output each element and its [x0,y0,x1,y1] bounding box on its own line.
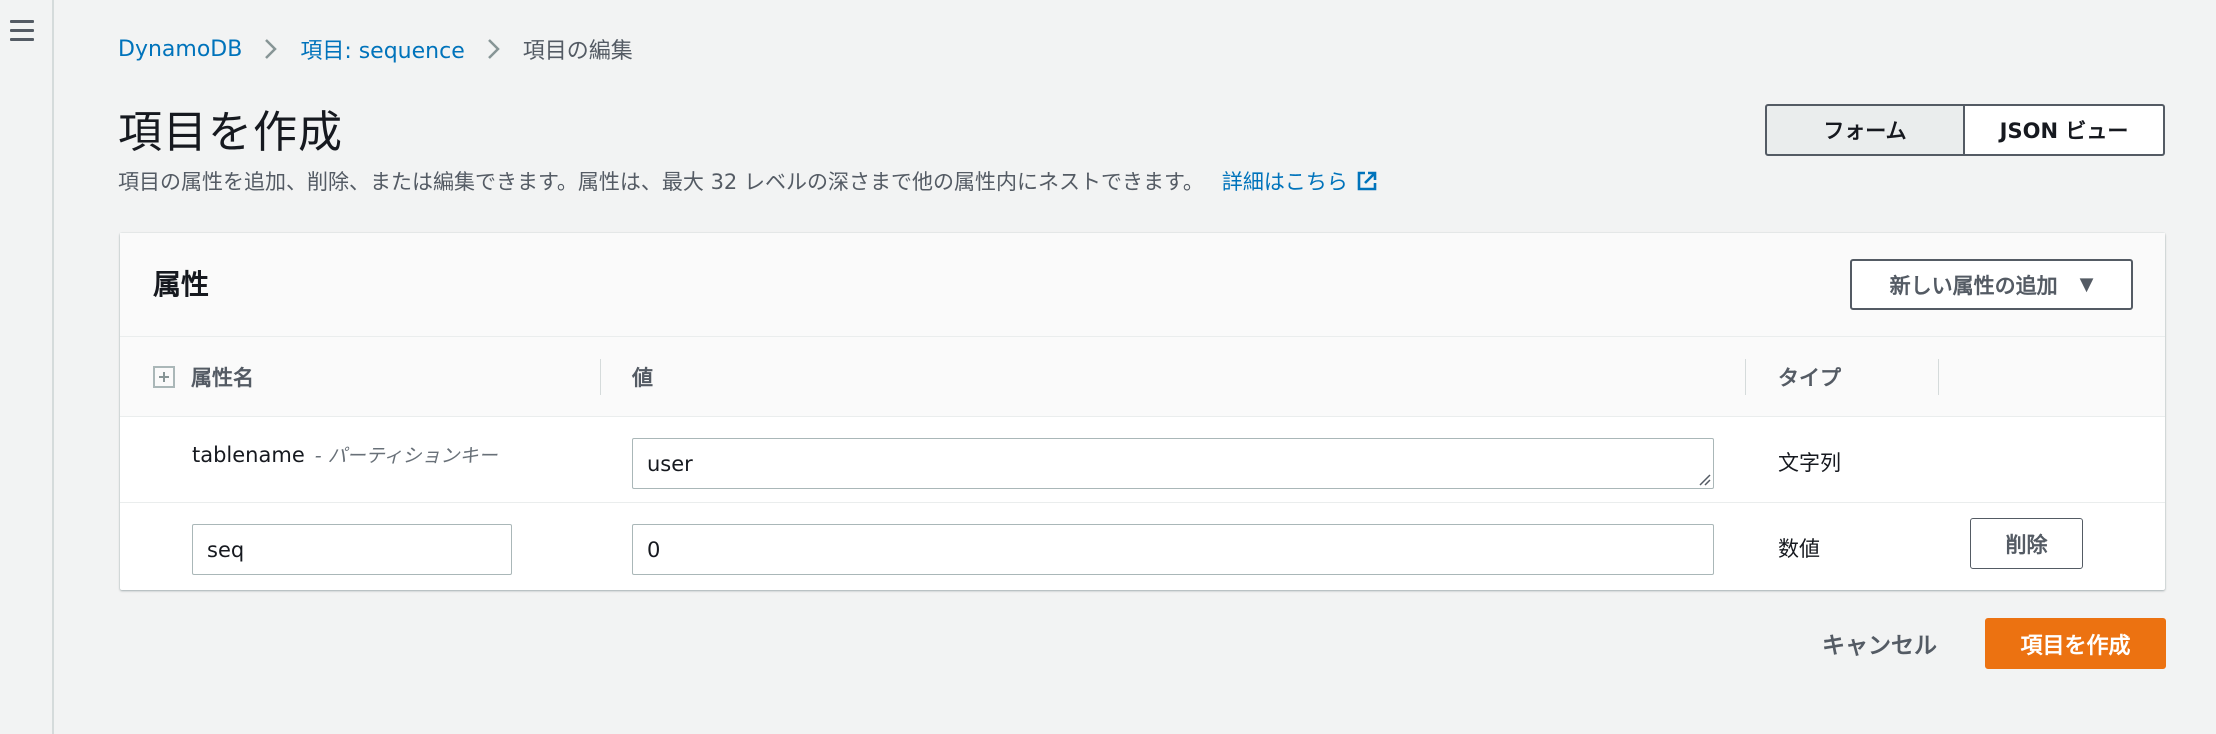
breadcrumb-current: 項目の編集 [522,39,633,64]
page-description: 項目の属性を追加、削除、または編集できます。属性は、最大 32 レベルの深さまで… [118,166,1378,196]
menu-icon[interactable] [10,20,34,42]
learn-more-label: 詳細はこちら [1221,170,1348,194]
attribute-row-tablename: tablename - パーティションキー user 文字列 [120,417,2165,503]
external-link-icon [1357,171,1377,191]
attribute-name-text: tablename [192,443,305,467]
chevron-right-icon [487,38,501,60]
attributes-table-header: 属性名 値 タイプ [120,337,2165,417]
attribute-value-input-text: 0 [647,537,661,562]
chevron-right-icon [264,38,278,60]
column-name-label: 属性名 [191,366,254,390]
caret-down-icon: ▼ [2079,274,2094,295]
attributes-panel-title: 属性 [153,268,210,301]
attribute-name-input-text: seq [207,537,245,562]
attributes-panel-header: 属性 新しい属性の追加 ▼ [120,233,2165,337]
attribute-type: 文字列 [1778,451,1841,475]
column-header-type: タイプ [1778,366,1841,390]
column-divider [1938,359,1939,395]
description-text: 項目の属性を追加、削除、または編集できます。属性は、最大 32 レベルの深さまで… [118,170,1204,194]
cancel-button[interactable]: キャンセル [1822,622,1937,664]
view-toggle: フォーム JSON ビュー [1765,104,2165,156]
attributes-panel: 属性 新しい属性の追加 ▼ 属性名 値 タイプ tablename - パーティシ… [120,233,2165,590]
breadcrumb: DynamoDB 項目: sequence 項目の編集 [118,33,633,65]
add-attribute-button[interactable]: 新しい属性の追加 ▼ [1850,259,2133,310]
attribute-name: tablename - パーティションキー [192,441,498,468]
attribute-value-input[interactable]: 0 [632,524,1714,575]
column-header-name: 属性名 [153,337,254,417]
partition-key-label: - パーティションキー [314,445,498,467]
column-header-value: 値 [632,366,653,390]
attribute-value-text: user [647,451,693,476]
attribute-name-input[interactable]: seq [192,524,512,575]
delete-attribute-button[interactable]: 削除 [1970,518,2083,569]
attribute-value-textarea[interactable]: user [632,438,1714,489]
page-title: 項目を作成 [118,107,343,158]
attribute-row-seq: seq 0 数値 削除 [120,503,2165,589]
column-divider [600,359,601,395]
learn-more-link[interactable]: 詳細はこちら [1222,166,1378,196]
attribute-type: 数値 [1778,537,1820,561]
json-view-button[interactable]: JSON ビュー [1965,104,2165,156]
create-item-button[interactable]: 項目を作成 [1985,618,2166,669]
breadcrumb-item[interactable]: 項目: sequence [300,33,464,65]
breadcrumb-dynamodb[interactable]: DynamoDB [118,37,242,62]
expand-all-icon[interactable] [153,366,175,388]
side-navigation-rail [0,0,54,734]
resize-handle-icon[interactable] [1697,472,1711,486]
column-divider [1745,359,1746,395]
form-view-button[interactable]: フォーム [1765,104,1965,156]
add-attribute-label: 新しい属性の追加 [1889,273,2058,298]
